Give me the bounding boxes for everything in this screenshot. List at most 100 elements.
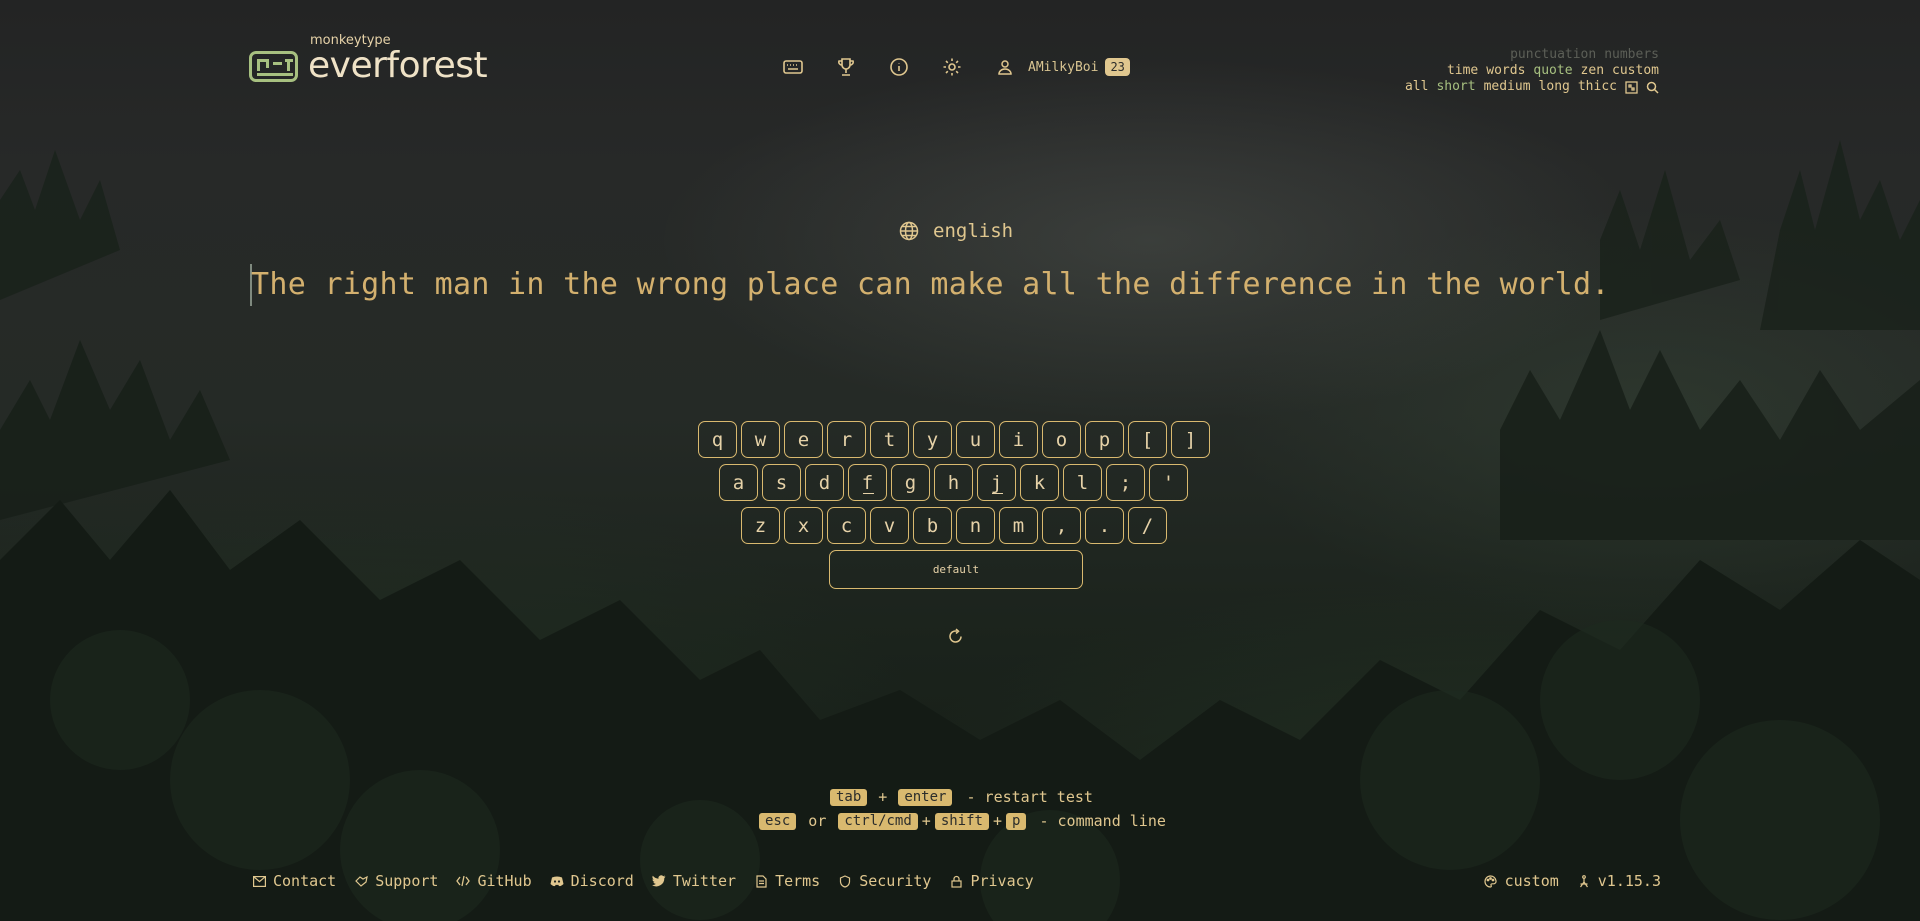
key-comma: , (1042, 507, 1081, 544)
footer-discord[interactable]: Discord (550, 872, 634, 890)
key-w: w (741, 421, 780, 458)
key-u: u (956, 421, 995, 458)
lock-icon (949, 874, 963, 888)
language-button[interactable]: english (899, 220, 1013, 242)
config-punctuation[interactable]: punctuation (1510, 47, 1596, 63)
twitter-icon (651, 874, 666, 888)
restart-icon (949, 628, 962, 643)
config-row-mode: time words quote zen custom (1397, 63, 1659, 79)
footer-twitter[interactable]: Twitter (651, 872, 736, 890)
kbd-p: p (1006, 812, 1027, 830)
kbd-esc: esc (759, 812, 797, 830)
key-t: t (870, 421, 909, 458)
hint-plus: + (878, 788, 888, 806)
key-left-bracket: [ (1128, 421, 1167, 458)
search-icon[interactable] (1646, 79, 1659, 95)
footer-terms-label: Terms (775, 872, 821, 890)
language-label: english (933, 220, 1014, 242)
hint-plus: + (921, 812, 931, 830)
app: monkeytype everforest AMilkyBoi 23 punct… (0, 0, 1920, 921)
key-l: l (1063, 464, 1102, 501)
quote-text[interactable]: The right man in the wrong place can mak… (251, 267, 1610, 302)
footer-support-label: Support (375, 872, 439, 890)
globe-icon (899, 221, 919, 241)
gear-icon[interactable] (941, 56, 963, 78)
length-thicc[interactable]: thicc (1578, 79, 1617, 95)
hint-or: or (808, 812, 827, 830)
logo[interactable]: monkeytype everforest (249, 34, 488, 86)
account-button[interactable]: AMilkyBoi 23 (994, 56, 1130, 78)
kbd-shift: shift (934, 812, 989, 830)
hint-plus: + (992, 812, 1003, 830)
mode-zen[interactable]: zen (1581, 63, 1604, 79)
key-space: default (829, 550, 1083, 589)
footer-security[interactable]: Security (838, 872, 931, 890)
hint-restart: tab + enter - restart test (830, 788, 1093, 806)
keymap-row-3: z x c v b n m , . / (741, 507, 1171, 544)
config-row-length: all short medium long thicc (1397, 79, 1659, 95)
length-medium[interactable]: medium (1484, 79, 1531, 95)
length-long[interactable]: long (1539, 79, 1570, 95)
donate-icon (354, 874, 368, 888)
home-bump (863, 493, 874, 494)
footer-github[interactable]: GitHub (456, 872, 532, 890)
monkeytype-logo-icon (249, 51, 298, 82)
footer-privacy[interactable]: Privacy (949, 872, 1034, 890)
trophy-icon[interactable] (835, 56, 857, 78)
hint-restart-text: - restart test (966, 788, 1093, 806)
top-nav: AMilkyBoi 23 (782, 56, 1130, 78)
keymap-row-2: a s d f g h j k l ; ' (719, 464, 1192, 501)
footer-contact-label: Contact (273, 872, 337, 890)
key-g: g (891, 464, 930, 501)
footer-theme[interactable]: custom (1484, 872, 1559, 890)
envelope-icon (252, 874, 266, 888)
footer-discord-label: Discord (570, 872, 634, 890)
logo-title: everforest (308, 45, 488, 86)
home-bump (992, 493, 1003, 494)
length-all[interactable]: all (1405, 79, 1428, 95)
key-j-label: j (990, 471, 1003, 494)
key-z: z (741, 507, 780, 544)
key-n: n (956, 507, 995, 544)
quote-custom-icon[interactable] (1625, 79, 1638, 95)
document-icon (754, 874, 768, 888)
key-semicolon: ; (1106, 464, 1145, 501)
footer-theme-label: custom (1504, 872, 1559, 890)
restart-button[interactable] (946, 627, 965, 646)
key-h: h (934, 464, 973, 501)
mode-time[interactable]: time (1447, 63, 1478, 79)
user-icon (994, 56, 1016, 78)
footer-version[interactable]: v1.15.3 (1577, 872, 1661, 890)
username: AMilkyBoi (1028, 59, 1099, 75)
key-k: k (1020, 464, 1059, 501)
level-badge: 23 (1105, 58, 1130, 76)
kbd-ctrl-cmd: ctrl/cmd (838, 812, 918, 830)
kbd-tab: tab (830, 788, 868, 806)
key-s: s (762, 464, 801, 501)
key-p: p (1085, 421, 1124, 458)
mode-custom[interactable]: custom (1612, 63, 1659, 79)
key-v: v (870, 507, 909, 544)
config-row-modifiers: punctuation numbers (1397, 47, 1659, 63)
key-d: d (805, 464, 844, 501)
key-f: f (848, 464, 887, 501)
footer-privacy-label: Privacy (970, 872, 1034, 890)
version-icon (1577, 874, 1591, 888)
key-c: c (827, 507, 866, 544)
mode-quote[interactable]: quote (1533, 63, 1572, 79)
keyboard-icon[interactable] (782, 56, 804, 78)
footer-terms[interactable]: Terms (754, 872, 820, 890)
footer-security-label: Security (859, 872, 932, 890)
mode-words[interactable]: words (1486, 63, 1525, 79)
keymap-row-1: q w e r t y u i o p [ ] (698, 421, 1214, 458)
length-short[interactable]: short (1436, 79, 1475, 95)
key-b: b (913, 507, 952, 544)
footer-right: custom v1.15.3 (1466, 872, 1661, 890)
key-x: x (784, 507, 823, 544)
key-i: i (999, 421, 1038, 458)
key-f-label: f (861, 471, 874, 494)
info-icon[interactable] (888, 56, 910, 78)
footer-contact[interactable]: Contact (252, 872, 336, 890)
footer-support[interactable]: Support (354, 872, 438, 890)
config-numbers[interactable]: numbers (1604, 47, 1659, 63)
